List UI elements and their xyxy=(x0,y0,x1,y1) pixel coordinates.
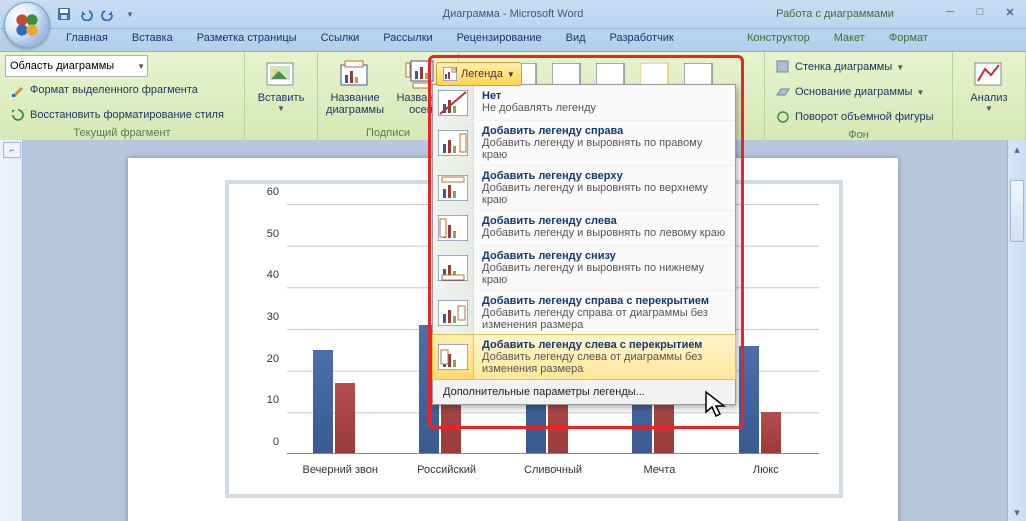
wall-icon xyxy=(775,59,791,75)
vertical-scrollbar[interactable]: ▴ ▾ xyxy=(1007,140,1026,521)
legend-option-title: Добавить легенду слева xyxy=(482,215,727,227)
redo-icon[interactable] xyxy=(98,4,118,24)
legend-option-title: Добавить легенду снизу xyxy=(482,250,727,262)
legend-option-title: Добавить легенду сверху xyxy=(482,170,727,182)
chart-floor-button[interactable]: Основание диаграммы ▼ xyxy=(770,80,939,104)
tool-tab-title: Работа с диаграммами xyxy=(740,8,930,20)
legend-option-icon xyxy=(433,211,474,245)
ruler-corner[interactable]: ⌐ xyxy=(3,142,21,158)
tab-insert[interactable]: Вставка xyxy=(120,29,185,51)
legend-option[interactable]: Добавить легенду справа с перекрытиемДоб… xyxy=(433,290,735,335)
undo-icon[interactable] xyxy=(76,4,96,24)
legend-more-options[interactable]: Дополнительные параметры легенды... xyxy=(433,379,735,404)
picture-icon xyxy=(265,59,297,91)
legend-option[interactable]: Добавить легенду справаДобавить легенду … xyxy=(433,120,735,165)
scroll-thumb[interactable] xyxy=(1010,180,1024,242)
tab-references[interactable]: Ссылки xyxy=(309,29,372,51)
analysis-icon xyxy=(973,59,1005,91)
floor-icon xyxy=(775,84,791,100)
legend-option-icon xyxy=(433,166,474,210)
legend-option-title: Добавить легенду слева с перекрытием xyxy=(482,339,727,351)
chart-wall-button[interactable]: Стенка диаграммы ▼ xyxy=(770,55,939,79)
legend-icon xyxy=(443,67,457,81)
x-label: Мечта xyxy=(606,464,712,484)
legend-option-icon xyxy=(433,246,474,290)
legend-option-icon xyxy=(433,121,474,165)
tab-page-layout[interactable]: Разметка страницы xyxy=(185,29,309,51)
y-tick: 10 xyxy=(267,394,279,406)
legend-option-icon xyxy=(433,86,474,120)
vertical-ruler[interactable] xyxy=(0,140,23,521)
format-icon xyxy=(10,82,26,98)
format-selection-button[interactable]: Формат выделенного фрагмента xyxy=(5,78,229,102)
legend-option-desc: Добавить легенду и выровнять по верхнему… xyxy=(482,182,727,206)
y-tick: 20 xyxy=(267,353,279,365)
bar[interactable] xyxy=(761,412,781,454)
legend-option[interactable]: Добавить легенду сверхуДобавить легенду … xyxy=(433,165,735,210)
bar[interactable] xyxy=(313,350,333,454)
legend-option-title: Добавить легенду справа с перекрытием xyxy=(482,295,727,307)
y-tick: 40 xyxy=(267,269,279,281)
legend-option-icon xyxy=(433,291,474,335)
tab-review[interactable]: Рецензирование xyxy=(445,29,554,51)
insert-button[interactable]: Вставить ▼ xyxy=(250,55,312,116)
tab-layout[interactable]: Макет xyxy=(822,29,877,44)
tab-view[interactable]: Вид xyxy=(554,29,598,51)
legend-option[interactable]: НетНе добавлять легенду xyxy=(433,85,735,120)
bar-group xyxy=(287,204,393,454)
qat-more-icon[interactable]: ▼ xyxy=(120,4,140,24)
legend-option-desc: Добавить легенду слева от диаграммы без … xyxy=(482,351,727,375)
maximize-button[interactable]: □ xyxy=(970,4,990,20)
x-label: Сливочный xyxy=(500,464,606,484)
tab-mailings[interactable]: Рассылки xyxy=(371,29,444,51)
quick-access-toolbar: ▼ xyxy=(54,4,140,24)
3d-rotation-button[interactable]: Поворот объемной фигуры xyxy=(770,105,939,129)
chevron-down-icon: ▼ xyxy=(137,62,145,71)
y-tick: 0 xyxy=(273,436,279,448)
tab-developer[interactable]: Разработчик xyxy=(598,29,686,51)
legend-option-desc: Добавить легенду и выровнять по нижнему … xyxy=(482,262,727,286)
bar[interactable] xyxy=(739,346,759,454)
legend-option-desc: Добавить легенду справа от диаграммы без… xyxy=(482,307,727,331)
combo-value: Область диаграммы xyxy=(10,60,114,72)
legend-option[interactable]: Добавить легенду слеваДобавить легенду и… xyxy=(433,210,735,245)
legend-option[interactable]: Добавить легенду слева с перекрытиемДоба… xyxy=(432,334,736,380)
minimize-button[interactable]: ─ xyxy=(940,4,960,20)
x-label: Люкс xyxy=(713,464,819,484)
close-button[interactable]: ✕ xyxy=(1000,4,1020,20)
y-tick: 60 xyxy=(267,186,279,198)
save-icon[interactable] xyxy=(54,4,74,24)
tab-format[interactable]: Формат xyxy=(877,29,940,44)
tab-design[interactable]: Конструктор xyxy=(735,29,822,44)
legend-option[interactable]: Добавить легенду снизуДобавить легенду и… xyxy=(433,245,735,290)
bar[interactable] xyxy=(335,383,355,454)
legend-dropdown-button[interactable]: Легенда ▼ xyxy=(436,62,522,86)
ribbon-tabs: Главная Вставка Разметка страницы Ссылки… xyxy=(0,29,1026,52)
legend-dropdown-menu: НетНе добавлять легендуДобавить легенду … xyxy=(432,84,736,405)
legend-option-desc: Добавить легенду и выровнять по правому … xyxy=(482,137,727,161)
y-tick: 30 xyxy=(267,311,279,323)
rotate-icon xyxy=(775,109,791,125)
reset-style-button[interactable]: Восстановить форматирование стиля xyxy=(5,103,229,127)
x-label: Вечерний звон xyxy=(287,464,393,484)
reset-icon xyxy=(10,107,26,123)
y-tick: 50 xyxy=(267,228,279,240)
chart-title-icon xyxy=(339,59,371,91)
legend-option-icon xyxy=(433,335,474,379)
legend-option-desc: Добавить легенду и выровнять по левому к… xyxy=(482,227,727,239)
office-button[interactable] xyxy=(4,2,50,48)
chart-element-combo[interactable]: Область диаграммы ▼ xyxy=(5,55,148,77)
tab-home[interactable]: Главная xyxy=(54,29,120,51)
chart-title-button[interactable]: Название диаграммы xyxy=(323,55,387,119)
titlebar: ▼ Диаграмма - Microsoft Word Работа с ди… xyxy=(0,0,1026,29)
legend-option-desc: Не добавлять легенду xyxy=(482,102,727,114)
analysis-button[interactable]: Анализ ▼ xyxy=(958,55,1020,116)
legend-option-title: Добавить легенду справа xyxy=(482,125,727,137)
x-label: Российский xyxy=(393,464,499,484)
legend-option-title: Нет xyxy=(482,90,727,102)
